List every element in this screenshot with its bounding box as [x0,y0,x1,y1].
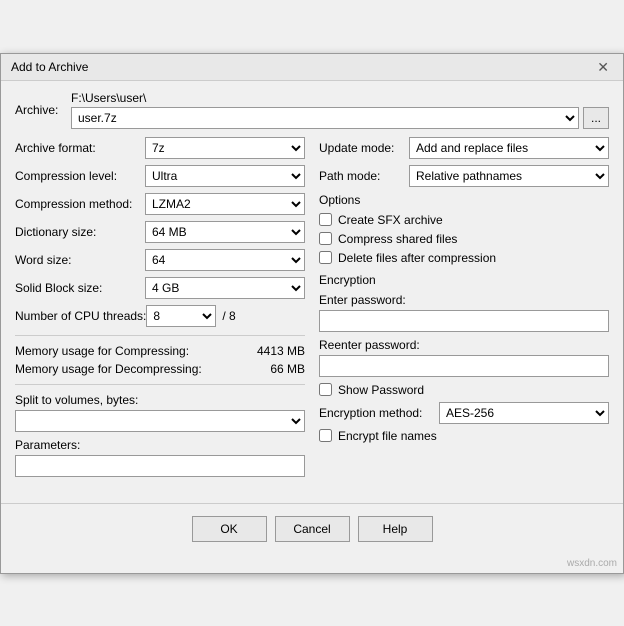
cancel-button[interactable]: Cancel [275,516,350,542]
path-mode-select[interactable]: Relative pathnames Full pathnames No pat… [409,165,609,187]
archive-label: Archive: [15,103,65,117]
path-mode-row: Path mode: Relative pathnames Full pathn… [319,165,609,187]
encryption-method-row: Encryption method: AES-256 ZipCrypto [319,402,609,424]
title-bar: Add to Archive ✕ [1,54,623,81]
archive-row: Archive: F:\Users\user\ user.7z ... [15,91,609,129]
compression-level-label: Compression level: [15,169,145,183]
show-password-label: Show Password [338,383,424,397]
memory-compressing-row: Memory usage for Compressing: 4413 MB [15,344,305,358]
create-sfx-label: Create SFX archive [338,213,443,227]
watermark: wsxdn.com [1,556,623,573]
word-size-label: Word size: [15,253,145,267]
left-column: Archive format: 7zziptargzip Compression… [15,137,305,483]
memory-decompressing-value: 66 MB [270,362,305,376]
archive-static-path: F:\Users\user\ [71,91,609,105]
memory-decompressing-row: Memory usage for Decompressing: 66 MB [15,362,305,376]
split-select[interactable] [15,410,305,432]
encrypt-filenames-label: Encrypt file names [338,429,437,443]
button-bar: OK Cancel Help [1,503,623,556]
encryption-title: Encryption [319,273,609,287]
params-row: Parameters: [15,438,305,477]
memory-decompressing-label: Memory usage for Decompressing: [15,362,202,376]
compression-method-label: Compression method: [15,197,145,211]
compression-level-row: Compression level: UltraMaximumNormal [15,165,305,187]
path-mode-label: Path mode: [319,169,409,183]
compression-method-row: Compression method: LZMA2LZMAPPMd [15,193,305,215]
split-label: Split to volumes, bytes: [15,393,305,407]
main-columns: Archive format: 7zziptargzip Compression… [15,137,609,483]
right-column: Update mode: Add and replace files Updat… [319,137,609,483]
dictionary-size-row: Dictionary size: 64 MB32 MB128 MB [15,221,305,243]
dictionary-size-select[interactable]: 64 MB32 MB128 MB [145,221,305,243]
archive-format-label: Archive format: [15,141,145,155]
cpu-threads-label: Number of CPU threads: [15,309,146,323]
params-input[interactable] [15,455,305,477]
add-to-archive-dialog: Add to Archive ✕ Archive: F:\Users\user\… [0,53,624,574]
delete-after-label: Delete files after compression [338,251,496,265]
encrypt-filenames-checkbox[interactable] [319,429,332,442]
params-label: Parameters: [15,438,305,452]
encrypt-filenames-row: Encrypt file names [319,429,609,443]
browse-button[interactable]: ... [583,107,609,129]
encryption-section: Encryption Enter password: Reenter passw… [319,273,609,443]
delete-after-row: Delete files after compression [319,251,609,265]
compress-shared-label: Compress shared files [338,232,457,246]
dialog-content: Archive: F:\Users\user\ user.7z ... Arch… [1,81,623,493]
memory-compressing-label: Memory usage for Compressing: [15,344,189,358]
create-sfx-checkbox[interactable] [319,213,332,226]
cpu-threads-row: Number of CPU threads: 8421 / 8 [15,305,305,327]
compression-level-select[interactable]: UltraMaximumNormal [145,165,305,187]
compress-shared-row: Compress shared files [319,232,609,246]
help-button[interactable]: Help [358,516,433,542]
update-mode-select[interactable]: Add and replace files Update and add fil… [409,137,609,159]
dialog-title: Add to Archive [11,60,88,74]
compress-shared-checkbox[interactable] [319,232,332,245]
archive-select[interactable]: user.7z [71,107,579,129]
update-mode-row: Update mode: Add and replace files Updat… [319,137,609,159]
show-password-row: Show Password [319,383,609,397]
update-mode-label: Update mode: [319,141,409,155]
enter-password-label: Enter password: [319,293,609,307]
encryption-method-select[interactable]: AES-256 ZipCrypto [439,402,609,424]
archive-format-row: Archive format: 7zziptargzip [15,137,305,159]
options-title: Options [319,193,609,207]
solid-block-size-label: Solid Block size: [15,281,145,295]
compression-method-select[interactable]: LZMA2LZMAPPMd [145,193,305,215]
split-row: Split to volumes, bytes: [15,393,305,432]
archive-path-group: F:\Users\user\ user.7z ... [71,91,609,129]
divider-2 [15,384,305,385]
ok-button[interactable]: OK [192,516,267,542]
cpu-threads-select[interactable]: 8421 [146,305,216,327]
show-password-checkbox[interactable] [319,383,332,396]
dictionary-size-label: Dictionary size: [15,225,145,239]
cpu-total: / 8 [222,309,235,323]
archive-format-select[interactable]: 7zziptargzip [145,137,305,159]
close-button[interactable]: ✕ [593,60,613,74]
divider-1 [15,335,305,336]
solid-block-size-row: Solid Block size: 4 GB1 GBNon-solid [15,277,305,299]
archive-combo-row: user.7z ... [71,107,609,129]
encryption-method-label: Encryption method: [319,406,439,420]
create-sfx-row: Create SFX archive [319,213,609,227]
delete-after-checkbox[interactable] [319,251,332,264]
solid-block-size-select[interactable]: 4 GB1 GBNon-solid [145,277,305,299]
word-size-select[interactable]: 6432128 [145,249,305,271]
reenter-password-label: Reenter password: [319,338,609,352]
reenter-password-input[interactable] [319,355,609,377]
word-size-row: Word size: 6432128 [15,249,305,271]
enter-password-input[interactable] [319,310,609,332]
memory-compressing-value: 4413 MB [257,344,305,358]
